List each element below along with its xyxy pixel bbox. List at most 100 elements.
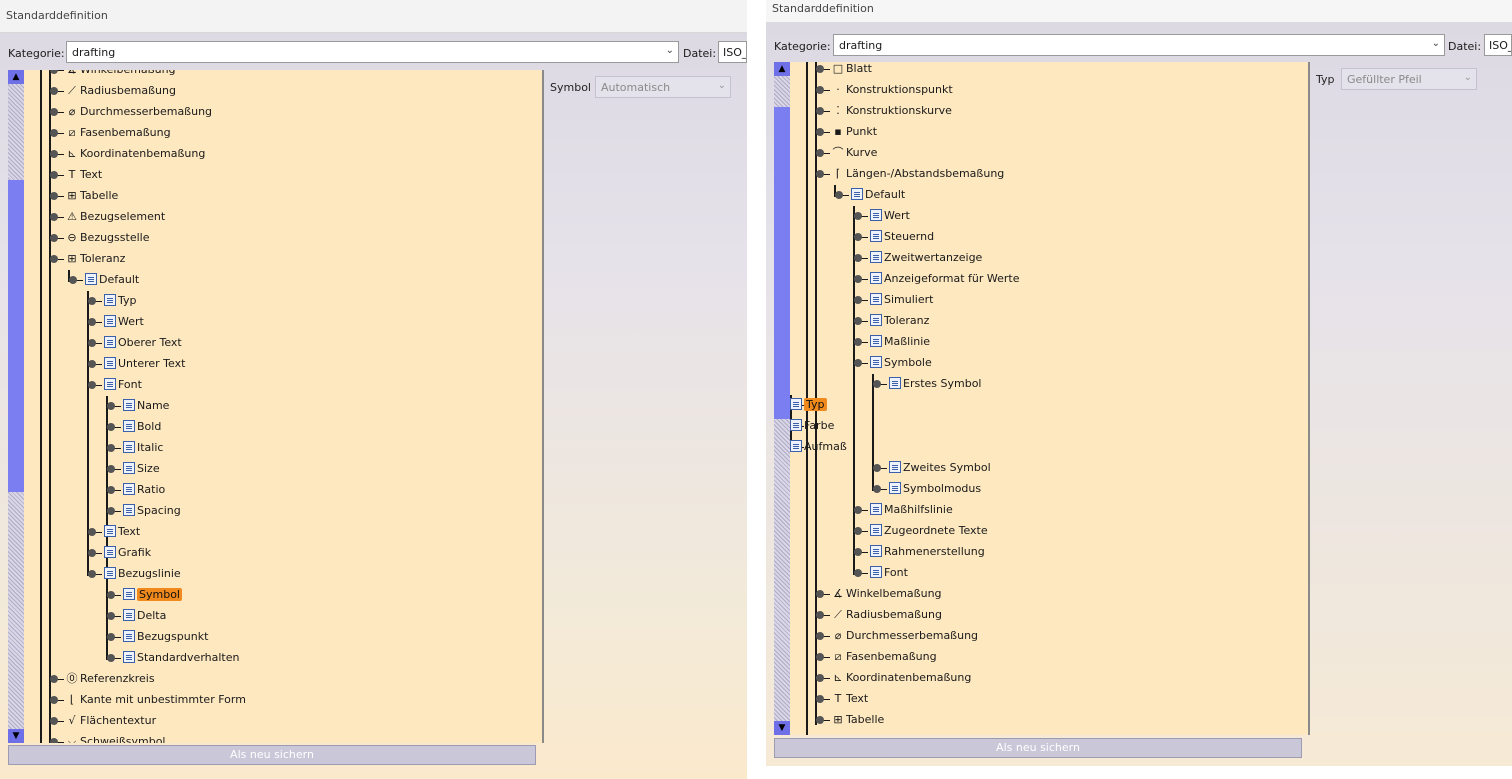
tree-item[interactable]: Font: [104, 375, 142, 395]
tree-item[interactable]: Default: [851, 185, 905, 205]
tree-expander-icon[interactable]: [88, 339, 96, 347]
tree-item[interactable]: ⊞ Toleranz: [66, 249, 125, 269]
tree-item[interactable]: ⊞ Tabelle: [832, 710, 884, 730]
category-select[interactable]: drafting ⌄: [833, 34, 1445, 56]
tree-item[interactable]: Bezugslinie: [104, 564, 181, 584]
tree-item[interactable]: ⌵ Schweißsymbol: [66, 732, 166, 743]
tree-expander-icon[interactable]: [107, 654, 115, 662]
file-field[interactable]: ISO_: [718, 41, 747, 63]
tree-item[interactable]: ⌀ Durchmesserbemaßung: [832, 626, 978, 646]
tree-item[interactable]: Ratio: [123, 480, 165, 500]
tree-expander-icon[interactable]: [107, 423, 115, 431]
tree-item[interactable]: T Text: [832, 689, 869, 709]
tree-expander-icon[interactable]: [854, 548, 862, 556]
tree-item[interactable]: Text: [104, 522, 140, 542]
scroll-thumb[interactable]: [8, 180, 24, 492]
scroll-thumb[interactable]: [774, 107, 790, 419]
tree-expander-icon[interactable]: [50, 192, 58, 200]
save-as-new-button[interactable]: Als neu sichern: [774, 738, 1302, 758]
tree-item[interactable]: Maßhilfslinie: [870, 500, 953, 520]
tree-item[interactable]: ⊖ Bezugsstelle: [66, 228, 149, 248]
tree-expander-icon[interactable]: [816, 653, 824, 661]
tree-item[interactable]: ⌈ Längen-/Abstandsbemaßung: [832, 164, 1004, 184]
tree-item[interactable]: Anzeigeformat für Werte: [870, 269, 1020, 289]
tree-expander-icon[interactable]: [50, 717, 58, 725]
tree-item[interactable]: □ Blatt: [832, 62, 872, 79]
scroll-up-icon[interactable]: ▲: [8, 70, 24, 84]
tree-expander-icon[interactable]: [50, 108, 58, 116]
tree-item[interactable]: Bezugspunkt: [123, 627, 208, 647]
tree-expander-icon[interactable]: [816, 590, 824, 598]
tree-expander-icon[interactable]: [50, 129, 58, 137]
tree-item[interactable]: Spacing: [123, 501, 181, 521]
tree-item[interactable]: Typ: [104, 291, 137, 311]
tree-expander-icon[interactable]: [88, 381, 96, 389]
tree-item[interactable]: T Text: [66, 165, 103, 185]
tree-item[interactable]: Name: [123, 396, 169, 416]
tree-item[interactable]: Zugeordnete Texte: [870, 521, 988, 541]
tree-item[interactable]: Wert: [870, 206, 910, 226]
tree-item[interactable]: Delta: [123, 606, 166, 626]
tree-expander-icon[interactable]: [107, 507, 115, 515]
tree-item[interactable]: Zweites Symbol: [889, 458, 991, 478]
tree-expander-icon[interactable]: [816, 611, 824, 619]
tree-expander-icon[interactable]: [50, 234, 58, 242]
tree-item[interactable]: Symbolmodus: [889, 479, 981, 499]
tree-expander-icon[interactable]: [50, 87, 58, 95]
tree-expander-icon[interactable]: [854, 359, 862, 367]
tree-expander-icon[interactable]: [88, 297, 96, 305]
tree-expander-icon[interactable]: [107, 633, 115, 641]
symbol-select[interactable]: Automatisch ⌄: [595, 76, 731, 98]
tree-expander-icon[interactable]: [854, 275, 862, 283]
tree-item[interactable]: Bold: [123, 417, 161, 437]
tree-expander-icon[interactable]: [854, 317, 862, 325]
tree-expander-icon[interactable]: [816, 107, 824, 115]
tree-item[interactable]: ⌒ Kurve: [832, 143, 878, 163]
tree-expander-icon[interactable]: [50, 171, 58, 179]
tree-item[interactable]: ⊞ Tabelle: [66, 186, 118, 206]
tree-item[interactable]: Typ: [790, 395, 827, 415]
tree-item[interactable]: Wert: [104, 312, 144, 332]
tree-expander-icon[interactable]: [107, 465, 115, 473]
tree-item[interactable]: Toleranz: [870, 311, 929, 331]
tree-expander-icon[interactable]: [50, 213, 58, 221]
tree-expander-icon[interactable]: [854, 527, 862, 535]
tree-expander-icon[interactable]: [107, 444, 115, 452]
tree-expander-icon[interactable]: [854, 254, 862, 262]
tree-item[interactable]: Maßlinie: [870, 332, 930, 352]
tree-item[interactable]: ⊾ Koordinatenbemaßung: [832, 668, 971, 688]
tree-expander-icon[interactable]: [50, 675, 58, 683]
tree-item[interactable]: Steuernd: [870, 227, 934, 247]
tree-expander-icon[interactable]: [107, 486, 115, 494]
tree-expander-icon[interactable]: [854, 338, 862, 346]
tree-item[interactable]: Simuliert: [870, 290, 933, 310]
tree-expander-icon[interactable]: [50, 255, 58, 263]
tree-item[interactable]: Standardverhalten: [123, 648, 239, 668]
tree-expander-icon[interactable]: [835, 191, 843, 199]
tree-expander-icon[interactable]: [873, 380, 881, 388]
tree-expander-icon[interactable]: [816, 170, 824, 178]
tree-item[interactable]: ⌀ Durchmesserbemaßung: [66, 102, 212, 122]
tree-item[interactable]: Grafik: [104, 543, 151, 563]
tree-expander-icon[interactable]: [107, 402, 115, 410]
tree-expander-icon[interactable]: [50, 696, 58, 704]
scroll-up-icon[interactable]: ▲: [774, 62, 790, 76]
file-field[interactable]: ISO_: [1484, 34, 1512, 56]
tree-expander-icon[interactable]: [816, 65, 824, 73]
tree-item[interactable]: Rahmenerstellung: [870, 542, 985, 562]
tree-expander-icon[interactable]: [816, 674, 824, 682]
tree-item[interactable]: Unterer Text: [104, 354, 185, 374]
tree-item[interactable]: Font: [870, 563, 908, 583]
tree-item[interactable]: ⧄ Fasenbemaßung: [832, 647, 937, 667]
tree-item[interactable]: Zweitwertanzeige: [870, 248, 982, 268]
tree-item[interactable]: ⟋ Radiusbemaßung: [832, 605, 942, 625]
tree-expander-icon[interactable]: [88, 360, 96, 368]
tree-item[interactable]: ▪ Punkt: [832, 122, 877, 142]
tree-item[interactable]: · Konstruktionspunkt: [832, 80, 952, 100]
tree-expander-icon[interactable]: [88, 570, 96, 578]
save-as-new-button[interactable]: Als neu sichern: [8, 745, 536, 765]
tree-expander-icon[interactable]: [107, 591, 115, 599]
tree-item[interactable]: Default: [85, 270, 139, 290]
tree-expander-icon[interactable]: [854, 212, 862, 220]
tree-item[interactable]: ∡Winkelbemaßung: [66, 70, 175, 80]
